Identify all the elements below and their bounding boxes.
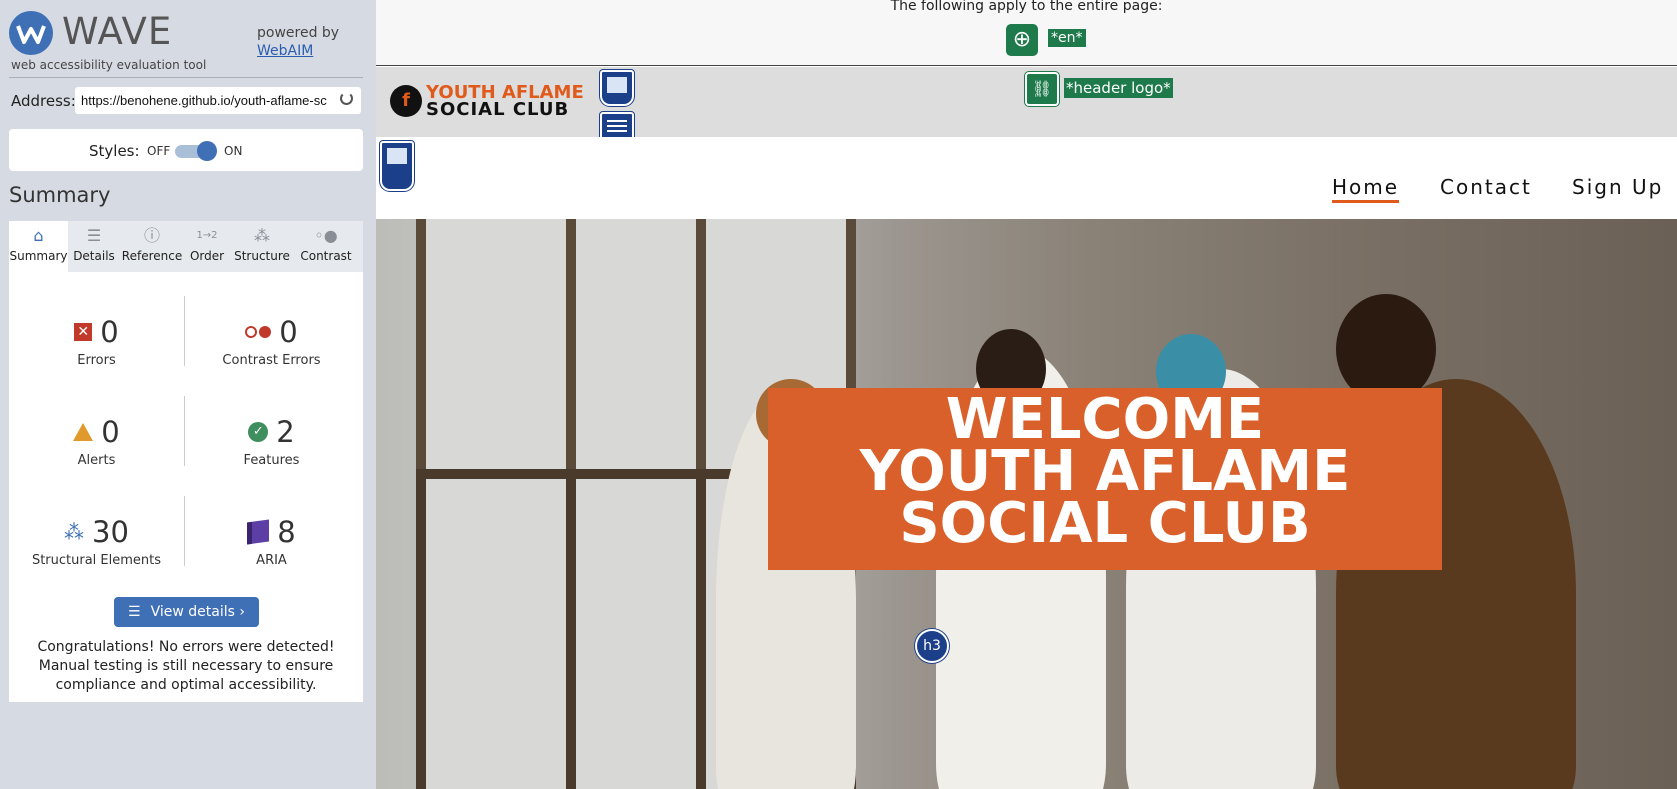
logo-line-2: SOCIAL CLUB	[426, 99, 570, 120]
tab-label: Structure	[234, 249, 290, 263]
stat-errors[interactable]: ✕ 0 Errors	[9, 317, 184, 368]
contrast-error-icon	[245, 326, 272, 338]
styles-on-label: ON	[224, 144, 243, 158]
alerts-label: Alerts	[77, 453, 116, 468]
features-label: Features	[243, 453, 300, 468]
nav-link-home[interactable]: Home	[1332, 175, 1400, 203]
nav-link-contact[interactable]: Contact	[1440, 175, 1532, 199]
nav-link-sign-up[interactable]: Sign Up	[1572, 175, 1663, 199]
tab-label: Summary	[9, 249, 68, 263]
window-pane	[566, 219, 706, 479]
contrast-errors-count: 0	[279, 315, 298, 349]
wave-tagline: web accessibility evaluation tool	[11, 58, 207, 72]
styles-off-label: OFF	[147, 144, 171, 158]
styles-toggle-knob[interactable]	[197, 141, 217, 161]
summary-heading: Summary	[9, 183, 111, 207]
structure-icon: ⁂	[254, 226, 270, 245]
order-icon: 1→2	[196, 230, 218, 241]
heading-h3-icon[interactable]: h3	[915, 629, 949, 663]
stat-aria[interactable]: 8 ARIA	[184, 517, 359, 568]
language-tag: *en*	[1048, 29, 1086, 47]
tab-order[interactable]: 1→2 Order	[184, 221, 230, 272]
powered-by: powered by WebAIM	[257, 24, 339, 60]
tab-contrast[interactable]: ◦● Contrast	[294, 221, 358, 272]
error-icon: ✕	[74, 323, 93, 341]
aria-label: ARIA	[256, 553, 287, 568]
page-level-note: The following apply to the entire page:	[890, 0, 1163, 14]
address-input[interactable]: https://benohene.github.io/youth-aflame-…	[75, 87, 361, 114]
wave-logo-icon	[9, 11, 53, 55]
aria-count: 8	[277, 515, 296, 549]
contrast-errors-label: Contrast Errors	[222, 353, 321, 368]
tab-summary[interactable]: ⌂ Summary	[9, 221, 68, 272]
welcome-heading: WELCOME YOUTH AFLAME SOCIAL CLUB	[768, 392, 1442, 556]
view-details-label: View details ›	[150, 604, 245, 620]
features-count: 2	[276, 415, 295, 449]
window-pane	[416, 469, 576, 789]
tab-reference[interactable]: ⓘ Reference	[120, 221, 184, 272]
tab-details[interactable]: ☰ Details	[68, 221, 120, 272]
structural-count: 30	[92, 515, 129, 549]
stat-alerts[interactable]: 0 Alerts	[9, 417, 184, 468]
wave-sidebar: WAVE web accessibility evaluation tool p…	[0, 0, 376, 789]
list-icon: ☰	[86, 226, 102, 245]
styles-toggle-card: Styles: OFF ON	[9, 129, 363, 171]
info-icon: ⓘ	[143, 226, 160, 245]
tab-structure[interactable]: ⁂ Structure	[230, 221, 294, 272]
wave-logo-text: WAVE	[62, 10, 173, 53]
home-icon: ⌂	[33, 226, 44, 245]
contrast-icon: ◦●	[314, 226, 338, 245]
welcome-line-3: SOCIAL CLUB	[899, 491, 1311, 556]
stat-contrast-errors[interactable]: 0 Contrast Errors	[184, 317, 359, 368]
alerts-count: 0	[101, 415, 120, 449]
evaluated-page: The following apply to the entire page: …	[376, 0, 1677, 789]
view-details-button[interactable]: ☰ View details ›	[114, 597, 259, 627]
header-region-icon[interactable]	[600, 70, 634, 106]
site-logo[interactable]: f YOUTH AFLAME SOCIAL CLUB	[390, 84, 584, 120]
errors-count: 0	[100, 315, 119, 349]
structural-label: Structural Elements	[31, 553, 162, 568]
stat-structural[interactable]: ⁂ 30 Structural Elements	[9, 517, 184, 568]
tab-label: Contrast	[300, 249, 352, 263]
flame-logo-icon: f	[390, 85, 422, 117]
page-level-annotations: The following apply to the entire page: …	[376, 0, 1677, 66]
structure-icon: ⁂	[64, 520, 85, 544]
linked-image-icon[interactable]: ⛓	[1025, 72, 1059, 106]
styles-label: Styles:	[89, 142, 140, 160]
webaim-link[interactable]: WebAIM	[257, 42, 339, 60]
language-globe-icon[interactable]: ⊕	[1006, 24, 1038, 56]
tab-label: Order	[189, 249, 225, 263]
window-pane	[416, 219, 576, 479]
aria-icon	[247, 519, 270, 545]
divider	[9, 77, 363, 78]
navigation-region-icon[interactable]	[380, 141, 414, 191]
errors-label: Errors	[77, 353, 116, 368]
powered-by-label: powered by	[257, 25, 340, 41]
tab-label: Details	[73, 249, 115, 263]
congrats-message: Congratulations! No errors were detected…	[37, 639, 335, 693]
alt-text-tag: *header logo*	[1064, 78, 1173, 98]
window-pane	[566, 469, 706, 789]
feature-check-icon: ✓	[248, 422, 269, 442]
address-label: Address:	[11, 92, 76, 110]
welcome-banner: WELCOME YOUTH AFLAME SOCIAL CLUB	[768, 388, 1442, 570]
tab-label: Reference	[121, 249, 183, 263]
reload-icon[interactable]	[340, 92, 353, 105]
list-icon: ☰	[128, 604, 141, 620]
stat-features[interactable]: ✓ 2 Features	[184, 417, 359, 468]
panel-tabs: ⌂ Summary ☰ Details ⓘ Reference 1→2 Orde…	[9, 221, 363, 272]
alert-icon	[73, 423, 94, 441]
